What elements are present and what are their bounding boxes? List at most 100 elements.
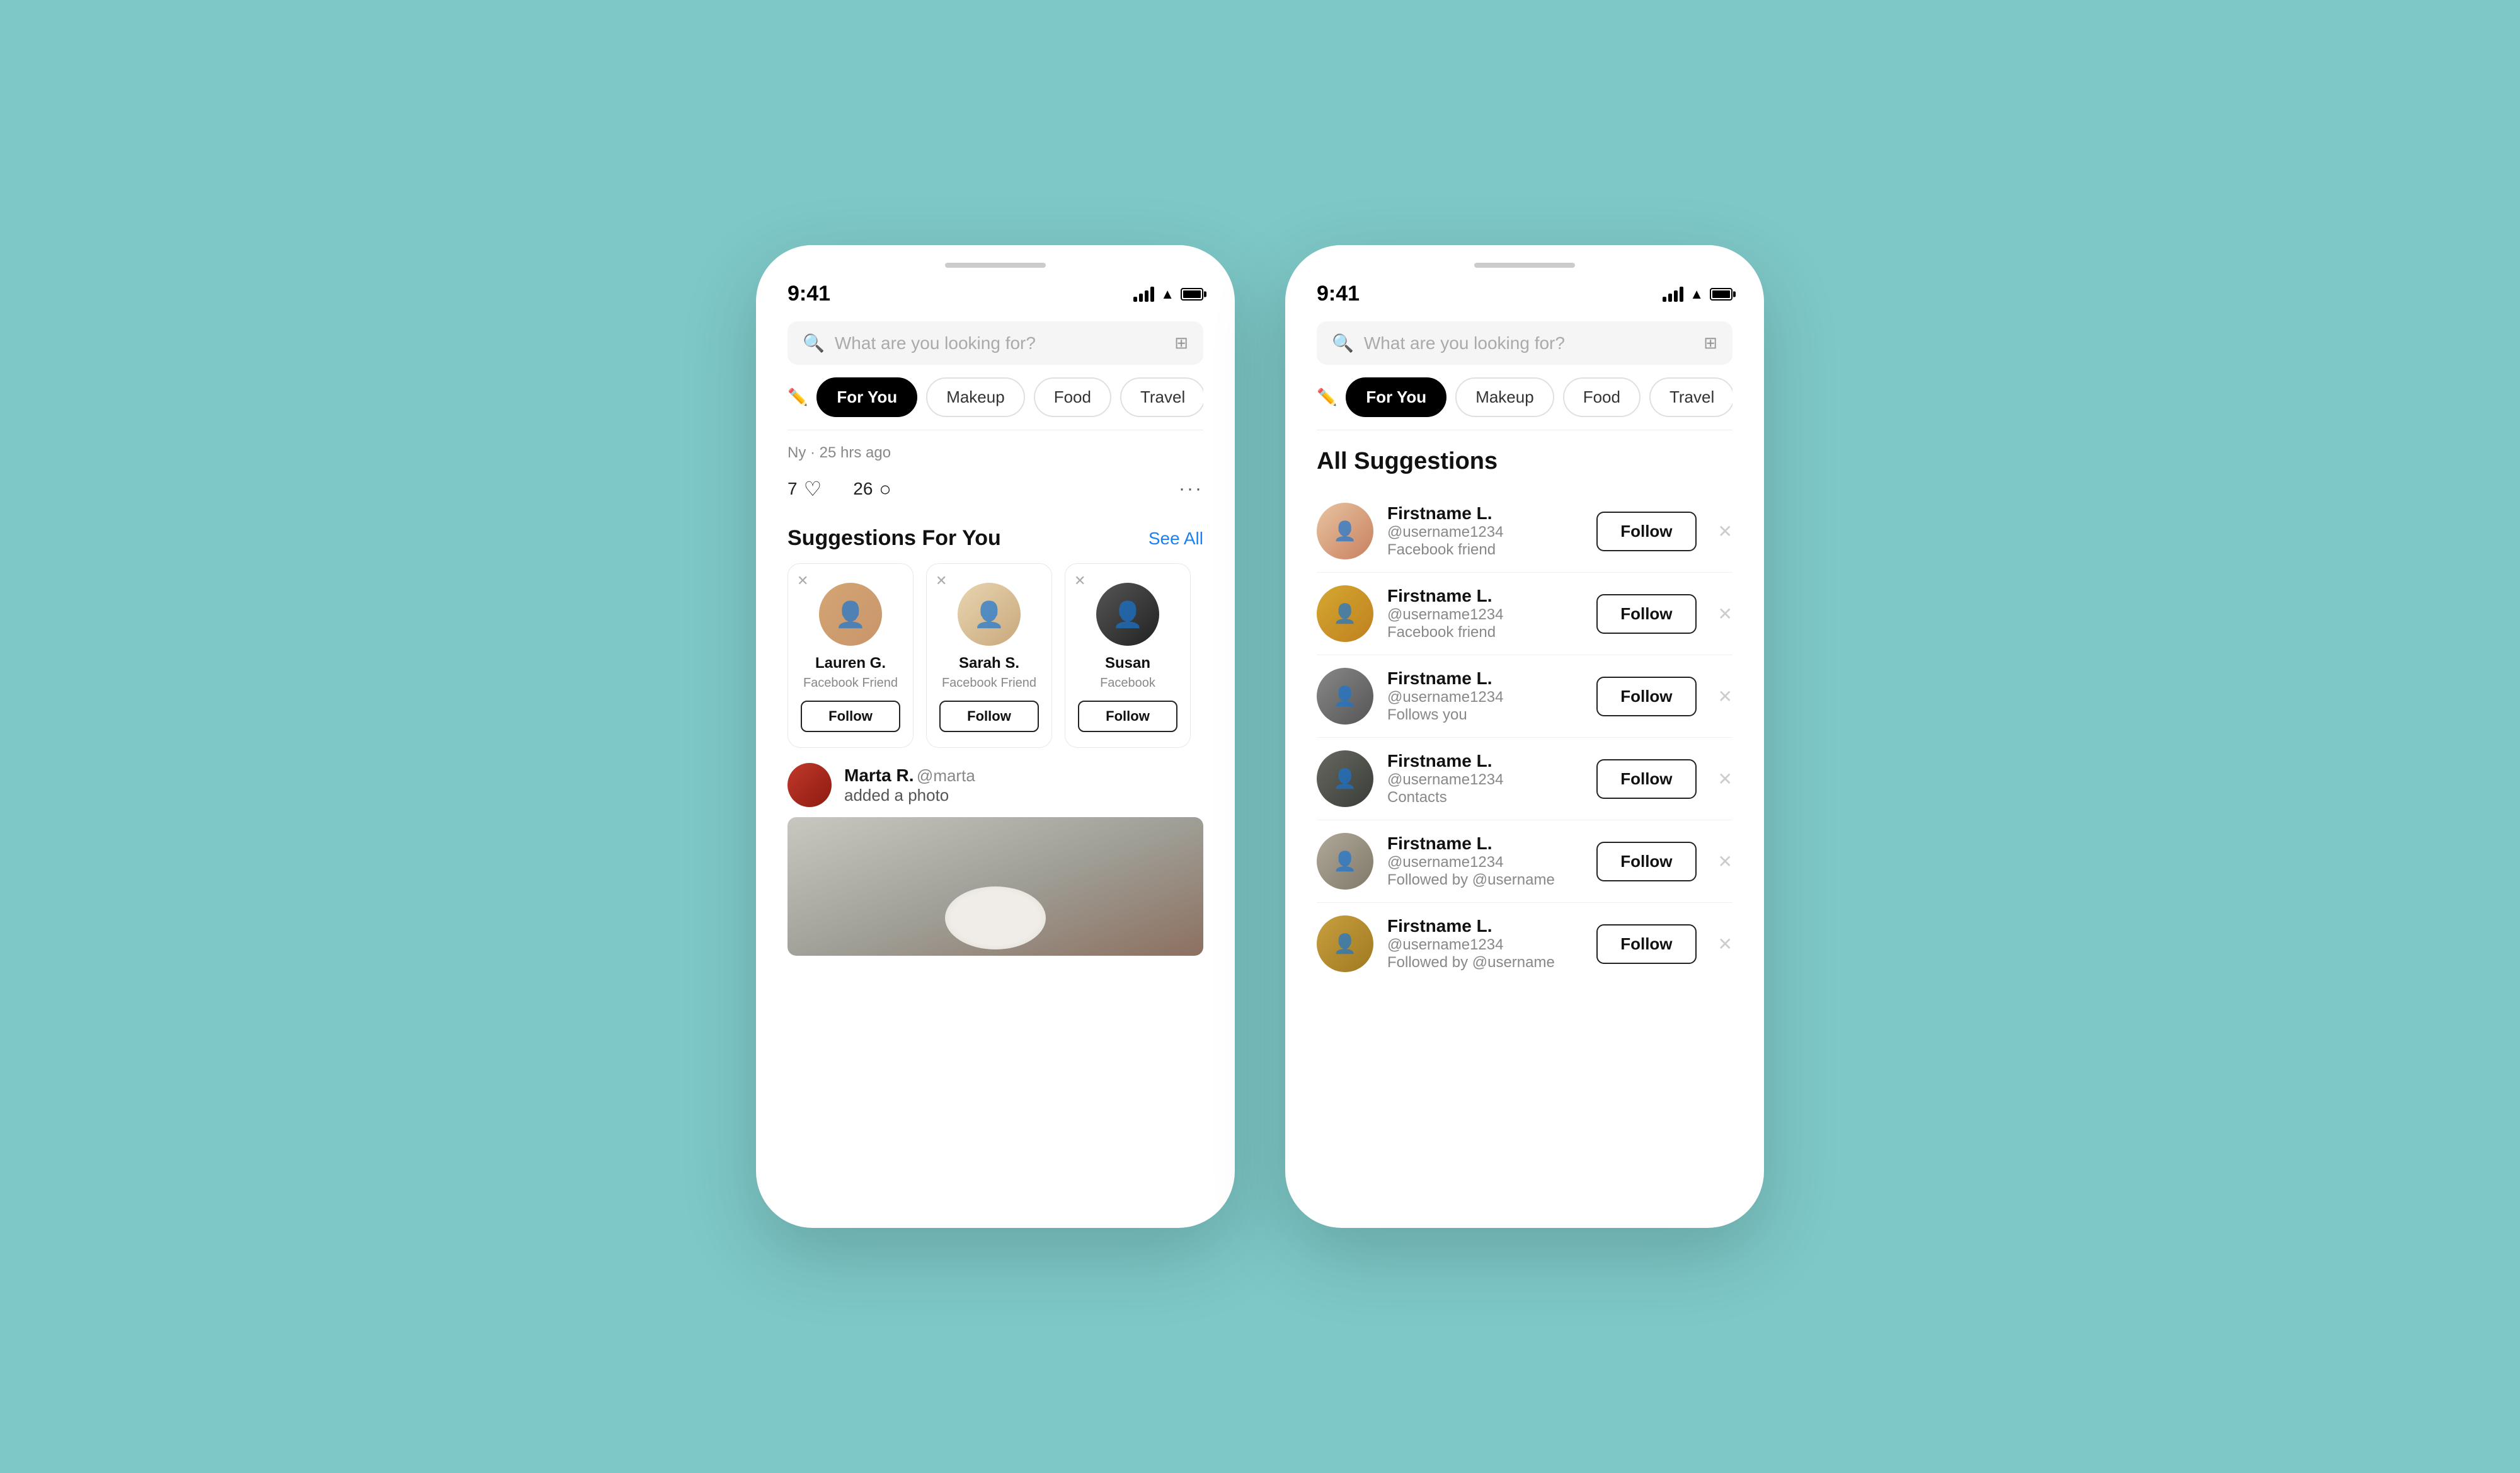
row-name-1: Firstname L. — [1387, 503, 1583, 524]
see-all-button[interactable]: See All — [1148, 529, 1203, 549]
card-subtitle-1: Facebook Friend — [803, 676, 898, 691]
filter-tabs-left: ✏️ For You Makeup Food Travel — [788, 377, 1203, 420]
edit-icon-left[interactable]: ✏️ — [788, 387, 808, 407]
row-name-4: Firstname L. — [1387, 751, 1583, 771]
card-subtitle-2: Facebook Friend — [942, 676, 1036, 691]
card-close-3[interactable]: ✕ — [1074, 573, 1085, 589]
card-avatar-1: 👤 — [819, 583, 882, 646]
marta-handle: @marta — [917, 766, 975, 785]
suggestion-list: 👤 Firstname L. @username1234 Facebook fr… — [1317, 490, 1732, 985]
row-handle-3: @username1234 — [1387, 689, 1583, 706]
suggestion-row-6: 👤 Firstname L. @username1234 Followed by… — [1317, 903, 1732, 985]
comments-item: 26 ○ — [853, 478, 891, 501]
row-close-4[interactable]: ✕ — [1718, 769, 1732, 789]
card-follow-btn-1[interactable]: Follow — [801, 701, 900, 732]
card-close-2[interactable]: ✕ — [936, 573, 947, 589]
status-icons-left: ▲ — [1133, 286, 1203, 302]
phone-content-left: Ny · 25 hrs ago 7 ♡ 26 ○ ··· Suggestions… — [756, 430, 1235, 1228]
tab-travel-left[interactable]: Travel — [1120, 377, 1203, 417]
follow-btn-5[interactable]: Follow — [1596, 842, 1696, 881]
phone-left: 9:41 ▲ 🔍 What are you looking for? ⊞ ✏️ … — [756, 245, 1235, 1228]
phone-right: 9:41 ▲ 🔍 What are you looking for? ⊞ ✏️ … — [1285, 245, 1764, 1228]
post-meta: Ny · 25 hrs ago — [788, 430, 1203, 471]
row-info-3: Firstname L. @username1234 Follows you — [1387, 668, 1583, 724]
more-icon[interactable]: ··· — [1179, 478, 1203, 500]
marta-action: added a photo — [844, 786, 975, 805]
follow-btn-1[interactable]: Follow — [1596, 512, 1696, 551]
search-input-right[interactable]: What are you looking for? — [1364, 333, 1693, 353]
tab-travel-right[interactable]: Travel — [1649, 377, 1732, 417]
row-close-5[interactable]: ✕ — [1718, 851, 1732, 872]
status-icons-right: ▲ — [1663, 286, 1732, 302]
search-input-left[interactable]: What are you looking for? — [835, 333, 1164, 353]
row-handle-5: @username1234 — [1387, 854, 1583, 871]
status-time-left: 9:41 — [788, 282, 830, 306]
battery-icon — [1181, 288, 1203, 301]
row-avatar-4: 👤 — [1317, 750, 1373, 807]
row-relation-6: Followed by @username — [1387, 954, 1583, 971]
follow-btn-4[interactable]: Follow — [1596, 759, 1696, 799]
wifi-icon: ▲ — [1160, 286, 1174, 302]
row-avatar-3: 👤 — [1317, 668, 1373, 725]
search-icon-left: 🔍 — [803, 333, 825, 353]
battery-icon-right — [1710, 288, 1732, 301]
row-avatar-5: 👤 — [1317, 833, 1373, 890]
tab-makeup-right[interactable]: Makeup — [1455, 377, 1554, 417]
marta-post: Marta R. @marta added a photo — [788, 748, 1203, 817]
row-close-3[interactable]: ✕ — [1718, 686, 1732, 707]
row-name-6: Firstname L. — [1387, 916, 1583, 936]
marta-avatar — [788, 763, 832, 807]
edit-icon-right[interactable]: ✏️ — [1317, 387, 1337, 407]
suggestion-row-2: 👤 Firstname L. @username1234 Facebook fr… — [1317, 573, 1732, 655]
follow-btn-3[interactable]: Follow — [1596, 677, 1696, 716]
suggestion-row-1: 👤 Firstname L. @username1234 Facebook fr… — [1317, 490, 1732, 573]
row-handle-1: @username1234 — [1387, 524, 1583, 541]
row-handle-2: @username1234 — [1387, 606, 1583, 624]
tab-for-you-right[interactable]: For You — [1346, 377, 1446, 417]
barcode-icon-left: ⊞ — [1174, 333, 1188, 353]
row-handle-4: @username1234 — [1387, 771, 1583, 789]
phone-content-right: All Suggestions 👤 Firstname L. @username… — [1285, 430, 1764, 1228]
heart-icon[interactable]: ♡ — [804, 477, 822, 501]
card-follow-btn-2[interactable]: Follow — [939, 701, 1039, 732]
marta-name: Marta R. — [844, 765, 914, 785]
status-bar-left: 9:41 ▲ — [788, 282, 1203, 306]
tab-makeup-left[interactable]: Makeup — [926, 377, 1025, 417]
search-bar-right[interactable]: 🔍 What are you looking for? ⊞ — [1317, 321, 1732, 365]
suggestions-header: Suggestions For You See All — [788, 526, 1203, 551]
row-close-2[interactable]: ✕ — [1718, 604, 1732, 624]
suggestion-cards: ✕ 👤 Lauren G. Facebook Friend Follow ✕ 👤… — [788, 563, 1203, 748]
tab-for-you-left[interactable]: For You — [816, 377, 917, 417]
card-close-1[interactable]: ✕ — [797, 573, 808, 589]
card-follow-btn-3[interactable]: Follow — [1078, 701, 1177, 732]
comment-icon[interactable]: ○ — [879, 478, 891, 501]
follow-btn-6[interactable]: Follow — [1596, 924, 1696, 964]
signal-icon-right — [1663, 287, 1683, 302]
tab-food-left[interactable]: Food — [1034, 377, 1111, 417]
likes-count: 7 — [788, 479, 798, 499]
suggestion-row-5: 👤 Firstname L. @username1234 Followed by… — [1317, 820, 1732, 903]
row-avatar-6: 👤 — [1317, 915, 1373, 972]
suggestion-card-2: ✕ 👤 Sarah S. Facebook Friend Follow — [926, 563, 1052, 748]
row-info-6: Firstname L. @username1234 Followed by @… — [1387, 916, 1583, 971]
search-icon-right: 🔍 — [1332, 333, 1354, 353]
row-info-5: Firstname L. @username1234 Followed by @… — [1387, 834, 1583, 889]
row-relation-3: Follows you — [1387, 706, 1583, 724]
row-name-2: Firstname L. — [1387, 586, 1583, 606]
row-avatar-2: 👤 — [1317, 585, 1373, 642]
row-close-1[interactable]: ✕ — [1718, 521, 1732, 542]
suggestions-title: Suggestions For You — [788, 526, 1001, 551]
follow-btn-2[interactable]: Follow — [1596, 594, 1696, 634]
comments-count: 26 — [853, 479, 873, 499]
food-plate — [945, 886, 1046, 949]
row-name-5: Firstname L. — [1387, 834, 1583, 854]
signal-icon — [1133, 287, 1154, 302]
search-bar-left[interactable]: 🔍 What are you looking for? ⊞ — [788, 321, 1203, 365]
suggestion-row-4: 👤 Firstname L. @username1234 Contacts Fo… — [1317, 738, 1732, 820]
row-close-6[interactable]: ✕ — [1718, 934, 1732, 954]
suggestion-card-1: ✕ 👤 Lauren G. Facebook Friend Follow — [788, 563, 914, 748]
tab-food-right[interactable]: Food — [1563, 377, 1641, 417]
row-info-4: Firstname L. @username1234 Contacts — [1387, 751, 1583, 806]
all-suggestions-title: All Suggestions — [1317, 430, 1732, 490]
status-time-right: 9:41 — [1317, 282, 1360, 306]
